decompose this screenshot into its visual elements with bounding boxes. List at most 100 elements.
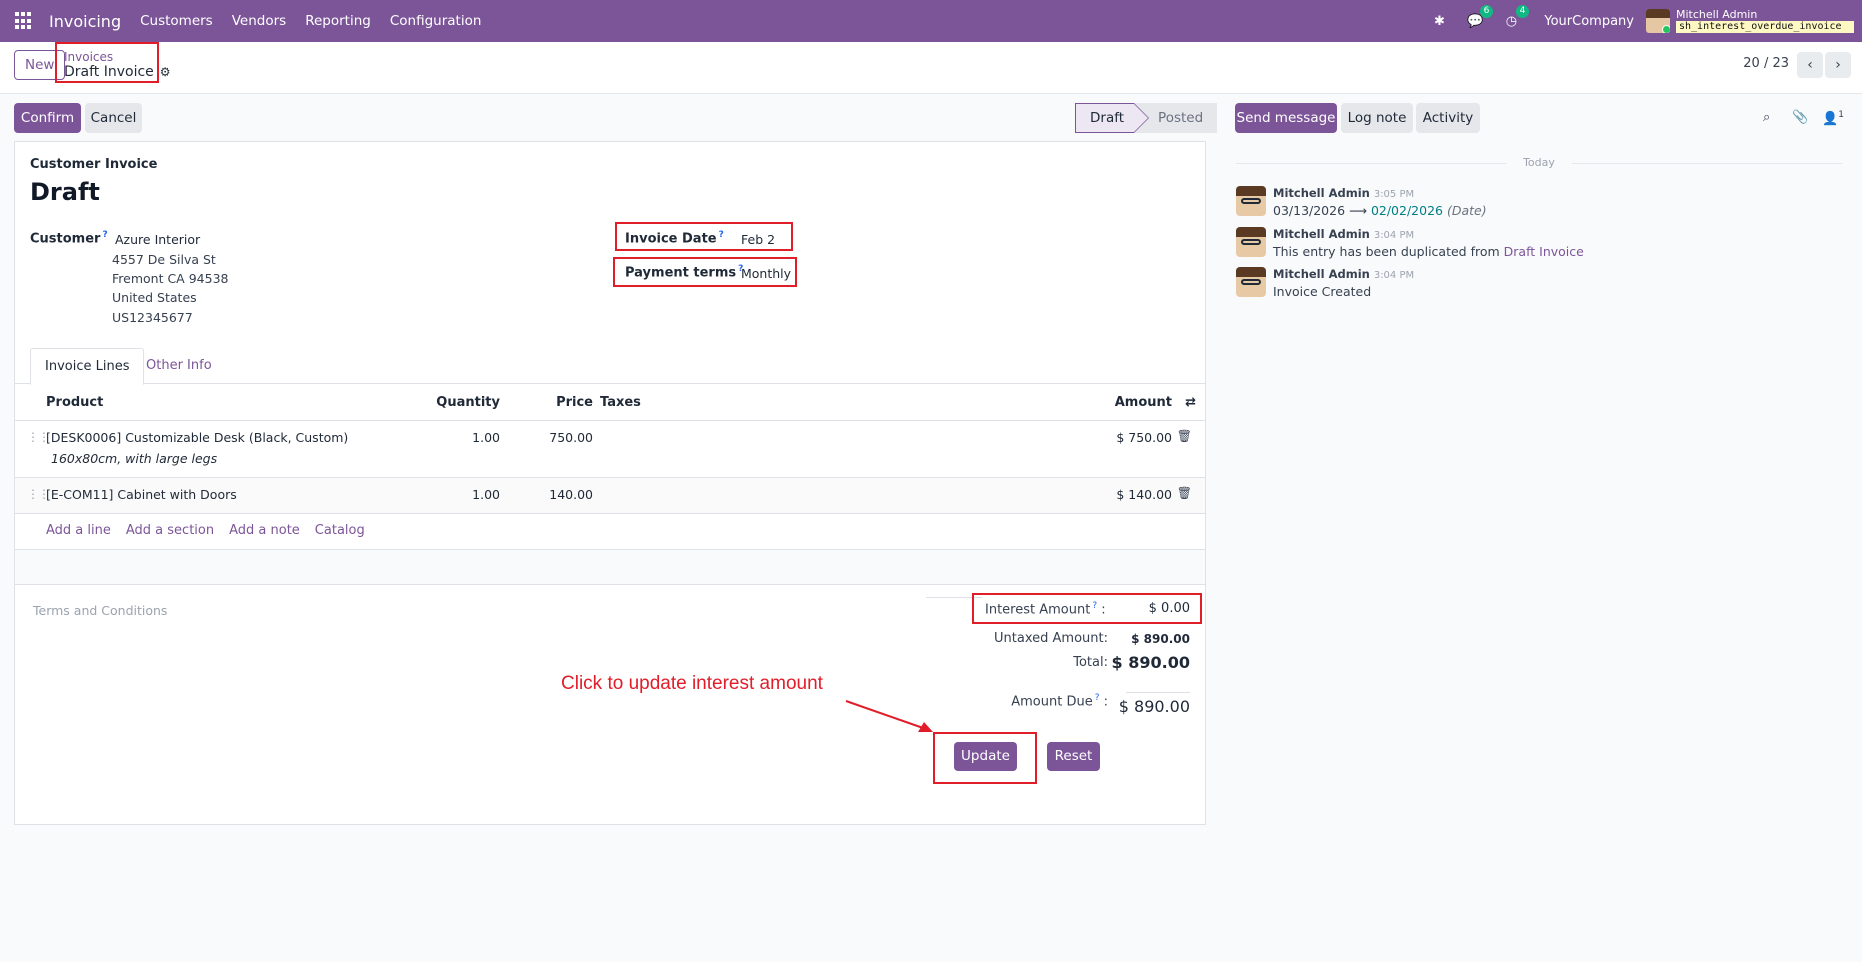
old-value: 03/13/2026: [1273, 203, 1346, 218]
messages-badge: 6: [1479, 5, 1494, 18]
cancel-button[interactable]: Cancel: [85, 103, 142, 133]
line-description[interactable]: 160x80cm, with large legs: [51, 451, 217, 466]
line-quantity[interactable]: 1.00: [472, 487, 500, 502]
trash-icon[interactable]: 🗑: [1177, 429, 1192, 443]
trash-icon[interactable]: 🗑: [1177, 486, 1192, 500]
add-line-link[interactable]: Add a line: [46, 523, 111, 538]
user-menu[interactable]: Mitchell Admin sh_interest_overdue_invoi…: [1676, 9, 1854, 33]
menu-customers[interactable]: Customers: [140, 13, 213, 29]
menu-configuration[interactable]: Configuration: [390, 13, 482, 29]
author-name[interactable]: Mitchell Admin: [1273, 227, 1370, 241]
add-section-link[interactable]: Add a section: [126, 523, 214, 538]
activities-clock-icon[interactable]: ◷ 4: [1502, 5, 1530, 30]
author-name[interactable]: Mitchell Admin: [1273, 186, 1370, 200]
lines-footer-band: [15, 549, 1205, 585]
highlight-breadcrumb: [55, 42, 159, 83]
address-country: United States: [112, 290, 197, 305]
add-line-links: Add a line Add a section Add a note Cata…: [46, 523, 365, 538]
col-amount[interactable]: Amount: [1115, 395, 1172, 410]
debug-bug-icon[interactable]: ✱: [1430, 12, 1448, 30]
reset-interest-button[interactable]: Reset: [1047, 742, 1100, 771]
new-value: 02/02/2026: [1370, 203, 1443, 218]
line-quantity[interactable]: 1.00: [472, 430, 500, 445]
search-icon[interactable]: ⌕: [1763, 110, 1770, 125]
message-body: Invoice Created: [1273, 284, 1372, 299]
status-draft[interactable]: Draft: [1075, 103, 1150, 133]
pager-value[interactable]: 20 / 23: [1743, 56, 1789, 71]
amount-due-help-icon[interactable]: ?: [1095, 693, 1100, 703]
customer-field[interactable]: Azure Interior: [115, 232, 200, 247]
chevron-right-icon: ›: [1835, 57, 1841, 73]
table-row[interactable]: ⋮⋮ [E-COM11] Cabinet with Doors 1.00 140…: [15, 478, 1205, 514]
message-text: This entry has been duplicated from: [1273, 244, 1504, 259]
followers-icon[interactable]: 👤1: [1822, 110, 1844, 126]
table-row[interactable]: ⋮⋮ [DESK0006] Customizable Desk (Black, …: [15, 421, 1205, 478]
confirm-button[interactable]: Confirm: [14, 103, 81, 133]
add-note-link[interactable]: Add a note: [229, 523, 300, 538]
line-price[interactable]: 140.00: [549, 487, 593, 502]
menu-vendors[interactable]: Vendors: [232, 13, 286, 29]
pager-next-button[interactable]: ›: [1825, 52, 1851, 78]
author-name[interactable]: Mitchell Admin: [1273, 267, 1370, 281]
pager-previous-button[interactable]: ‹: [1797, 52, 1823, 78]
menu-reporting[interactable]: Reporting: [305, 13, 371, 29]
activity-button[interactable]: Activity: [1416, 103, 1480, 133]
address-city: Fremont CA 94538: [112, 271, 229, 286]
col-product[interactable]: Product: [46, 395, 103, 410]
message-time: 3:04 PM: [1373, 230, 1415, 241]
invoice-form-sheet: Customer Invoice Draft Customer? Azure I…: [14, 141, 1206, 825]
user-avatar[interactable]: [1646, 9, 1670, 33]
catalog-link[interactable]: Catalog: [315, 523, 365, 538]
chevron-left-icon: ‹: [1807, 57, 1813, 73]
message-author: Mitchell Admin 3:05 PM: [1273, 186, 1414, 200]
company-switcher[interactable]: YourCompany: [1544, 14, 1634, 29]
author-avatar[interactable]: [1236, 267, 1266, 297]
annotation-arrow: [845, 700, 933, 732]
gear-icon[interactable]: ⚙: [160, 65, 171, 79]
day-separator: Today: [1236, 156, 1842, 170]
customer-label: Customer?: [30, 230, 108, 246]
draft-invoice-link[interactable]: Draft Invoice: [1504, 244, 1584, 259]
tab-invoice-lines[interactable]: Invoice Lines: [30, 348, 145, 385]
col-quantity[interactable]: Quantity: [436, 395, 500, 410]
message-author: Mitchell Admin 3:04 PM: [1273, 227, 1414, 241]
tab-other-info[interactable]: Other Info: [132, 348, 226, 385]
followers-count: 1: [1838, 110, 1844, 120]
apps-menu-icon[interactable]: [15, 12, 33, 30]
log-note-button[interactable]: Log note: [1341, 103, 1413, 133]
customer-help-icon[interactable]: ?: [102, 230, 107, 240]
line-amount: $ 750.00: [1116, 430, 1172, 445]
message-time: 3:05 PM: [1373, 189, 1415, 200]
highlight-invoice-date: [615, 222, 793, 251]
annotation-text: Click to update interest amount: [561, 673, 823, 694]
amount-due-label-text: Amount Due: [1011, 694, 1093, 710]
line-product[interactable]: [DESK0006] Customizable Desk (Black, Cus…: [46, 430, 348, 445]
top-navbar: Invoicing Customers Vendors Reporting Co…: [0, 0, 1862, 42]
activities-badge: 4: [1515, 5, 1530, 18]
tracked-field: (Date): [1446, 203, 1487, 218]
col-taxes[interactable]: Taxes: [600, 395, 641, 410]
author-avatar[interactable]: [1236, 186, 1266, 216]
messages-icon[interactable]: 💬 6: [1466, 5, 1494, 30]
paperclip-icon[interactable]: 📎: [1792, 110, 1808, 125]
untaxed-amount-value: $ 890.00: [1131, 632, 1190, 646]
col-price[interactable]: Price: [556, 395, 593, 410]
untaxed-amount-label: Untaxed Amount:: [994, 631, 1108, 646]
author-avatar[interactable]: [1236, 227, 1266, 257]
chatter-panel: Send message Log note Activity ⌕ 📎 👤1 To…: [1222, 94, 1862, 962]
terms-conditions-field[interactable]: Terms and Conditions: [33, 603, 167, 618]
total-label: Total:: [1073, 655, 1108, 670]
database-name: sh_interest_overdue_invoice: [1676, 21, 1854, 33]
tracking-change: 03/13/2026 ⟶ 02/02/2026 (Date): [1273, 203, 1487, 218]
amount-due-label: Amount Due? :: [1011, 693, 1108, 710]
invoice-title: Draft: [30, 178, 100, 206]
app-name[interactable]: Invoicing: [49, 12, 121, 31]
arrow-right-icon: ⟶: [1349, 203, 1371, 218]
send-message-button[interactable]: Send message: [1235, 103, 1337, 133]
line-price[interactable]: 750.00: [549, 430, 593, 445]
highlight-payment-terms: [613, 257, 797, 287]
message-author: Mitchell Admin 3:04 PM: [1273, 267, 1414, 281]
due-separator: [1126, 692, 1190, 693]
line-product[interactable]: [E-COM11] Cabinet with Doors: [46, 487, 237, 502]
column-settings-icon[interactable]: ⇄: [1185, 395, 1196, 410]
